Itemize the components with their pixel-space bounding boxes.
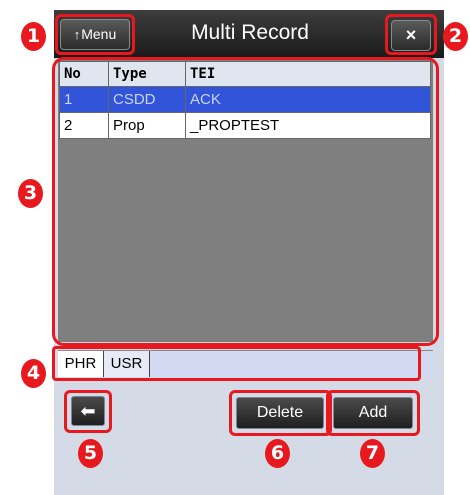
callout-number-6: 6 [265, 439, 290, 468]
callout-box-menu [55, 14, 135, 55]
callout-number-2: 2 [443, 22, 468, 51]
page-title: Multi Record [191, 21, 309, 44]
callout-box-back [64, 390, 112, 433]
callout-box-grid [52, 57, 439, 346]
callout-box-delete [229, 390, 332, 436]
callout-box-add [326, 390, 420, 436]
callout-number-3: 3 [18, 179, 43, 208]
callout-number-5: 5 [78, 439, 103, 468]
callout-box-tabs [52, 346, 421, 381]
callout-box-close [385, 14, 437, 55]
callout-number-4: 4 [21, 359, 46, 388]
callout-number-1: 1 [21, 22, 46, 51]
callout-number-7: 7 [360, 439, 385, 468]
